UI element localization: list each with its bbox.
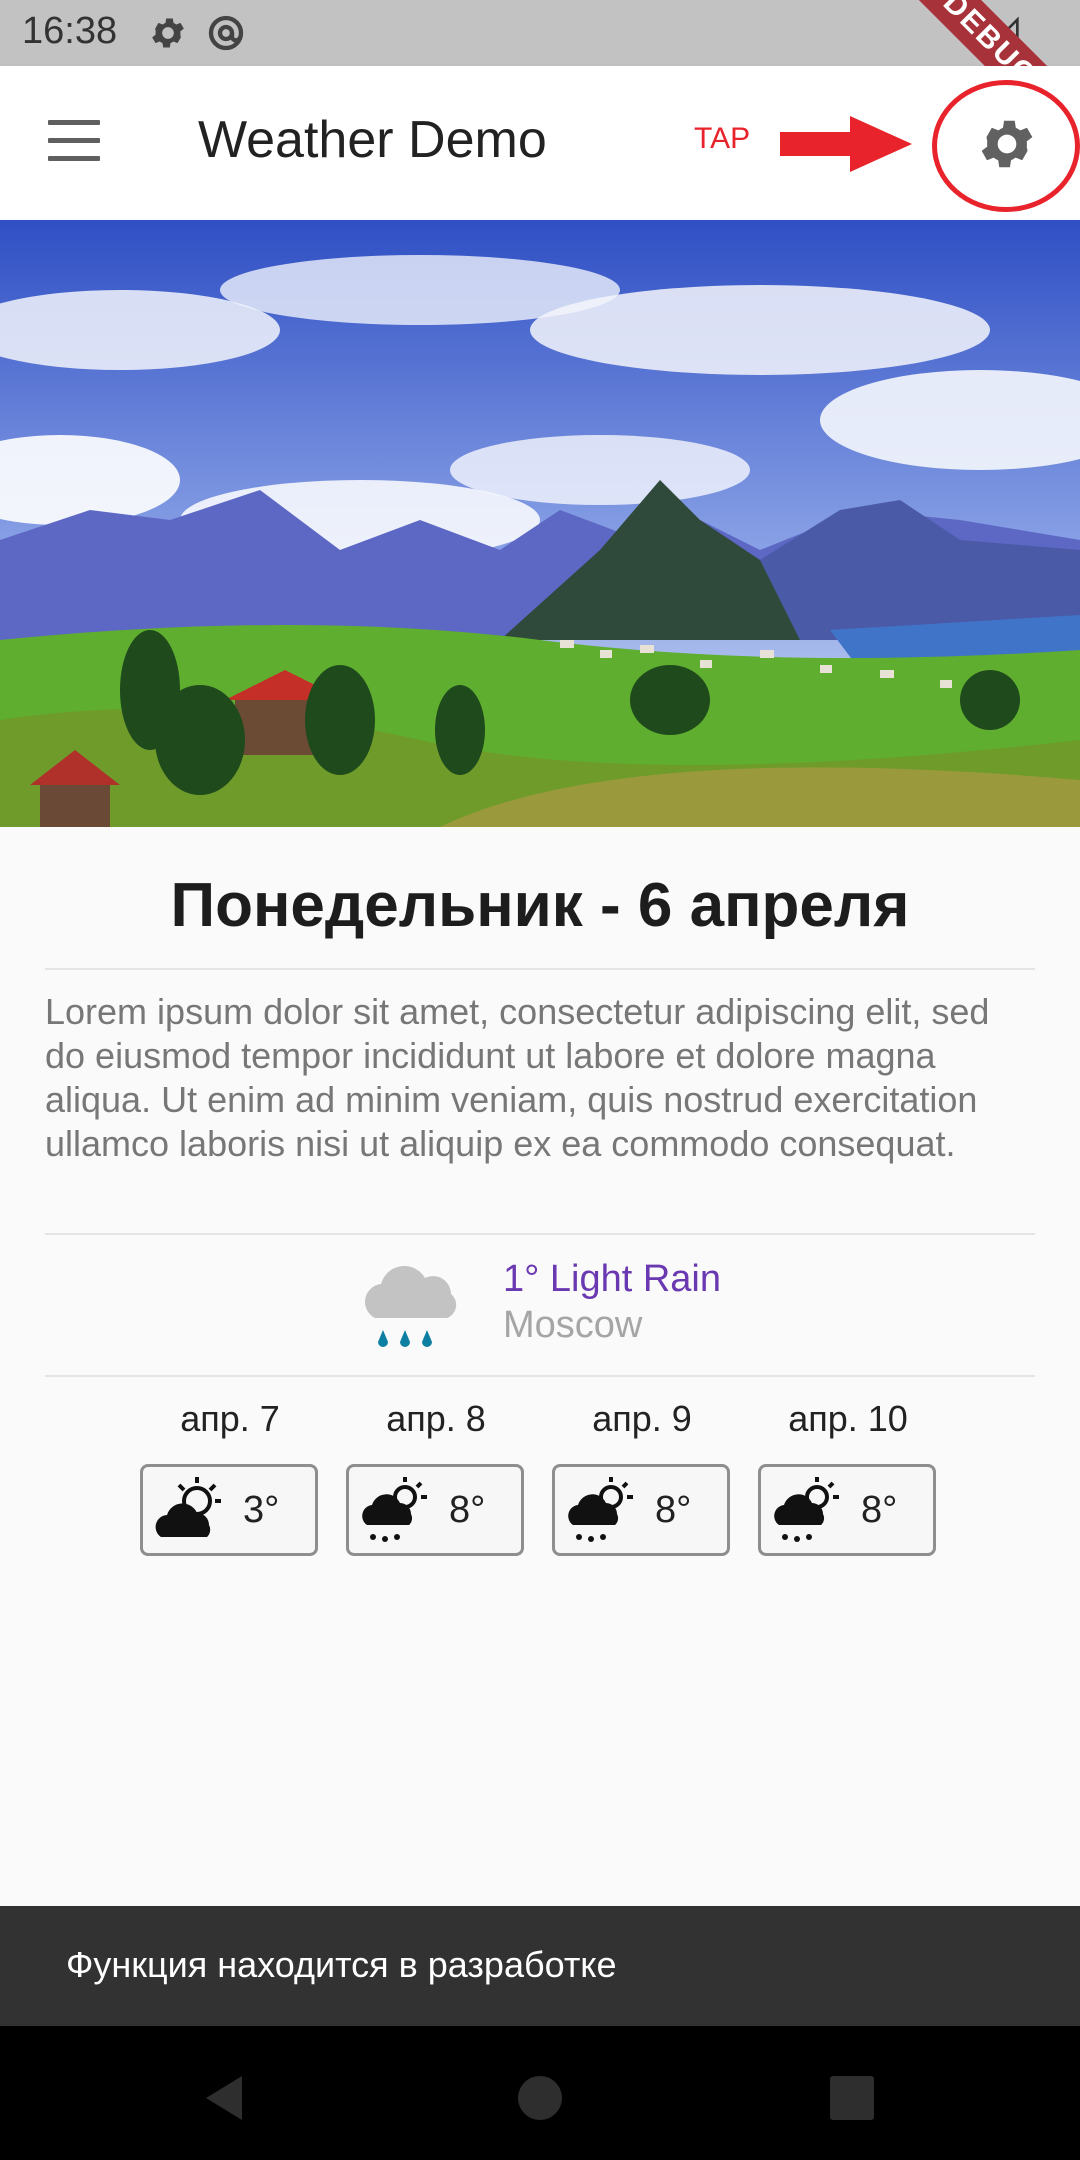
landscape-image [0,220,1080,827]
forecast-temp: 8° [861,1489,898,1531]
current-weather: 1° Light Rain Moscow [0,1250,1080,1360]
status-bar: 16:38 DEBUG [0,0,1080,162]
forecast-card[interactable]: 3° [140,1464,318,1556]
menu-button[interactable] [48,120,104,164]
description-text: Lorem ipsum dolor sit amet, consectetur … [45,991,990,1164]
forecast-day: апр. 8 8° [346,1398,526,1556]
app-title: Weather Demo [198,111,547,169]
current-weather-city: Moscow [503,1304,643,1346]
forecast-date: апр. 10 [788,1398,908,1439]
hero-image [0,220,1080,827]
sun-cloud-rain-icon [362,1477,427,1542]
rain-cloud-icon [365,1266,457,1347]
recents-icon[interactable] [822,2068,882,2128]
forecast-card[interactable]: 8° [346,1464,524,1556]
sun-cloud-rain-icon [568,1477,633,1542]
arrow-right-icon [780,116,912,172]
snackbar: Функция находится в разработке [0,1906,1080,2026]
tap-annotation-label: TAP [694,122,751,155]
forecast-date: апр. 9 [592,1398,692,1439]
forecast-date: апр. 8 [386,1398,486,1439]
home-icon[interactable] [510,2068,570,2128]
forecast-temp: 3° [243,1489,280,1531]
settings-icon [152,18,184,48]
sun-cloud-rain-icon [774,1477,839,1542]
forecast-temp: 8° [449,1489,486,1531]
date-title: Понедельник - 6 апреля [170,871,910,940]
forecast-day: апр. 10 8° [758,1398,938,1556]
current-weather-summary: 1° Light Rain [503,1258,721,1300]
divider [45,1233,1035,1235]
at-icon [208,15,244,51]
forecast-day: апр. 7 3° [140,1398,320,1556]
system-nav-bar [0,2026,1080,2160]
divider [45,1375,1035,1377]
back-icon[interactable] [196,2068,256,2128]
menu-icon [48,120,100,125]
forecast-day: апр. 9 8° [552,1398,732,1556]
app-bar: Weather Demo TAP [0,66,1080,220]
sun-cloud-icon [155,1477,221,1537]
divider [45,968,1035,970]
forecast-card[interactable]: 8° [552,1464,730,1556]
status-time: 16:38 [22,10,118,52]
forecast-temp: 8° [655,1489,692,1531]
forecast-card[interactable]: 8° [758,1464,936,1556]
forecast-date: апр. 7 [180,1398,280,1439]
forecast-row: апр. 7 3° апр. 8 8° апр. 9 8° апр. 10 8° [0,1398,1080,1558]
gear-icon[interactable] [975,112,1039,176]
snackbar-message: Функция находится в разработке [66,1944,617,1985]
